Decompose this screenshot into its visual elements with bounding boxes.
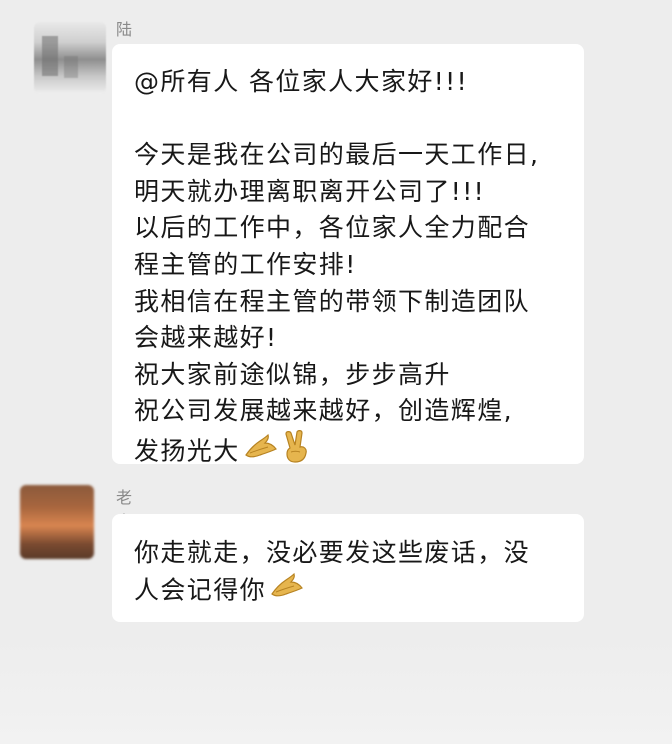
- chat-background-area: [0, 640, 672, 744]
- message-text-line-with-emoji: 发扬光大: [134, 429, 566, 475]
- message-text-line: 会越来越好!: [134, 323, 278, 353]
- message-text-line: 祝公司发展越来越好，创造辉煌,: [134, 396, 513, 426]
- message-text: 人会记得你: [134, 574, 267, 604]
- message-text-line: 以后的工作中，各位家人全力配合: [134, 213, 531, 243]
- message-text-line: 祝大家前途似锦，步步高升: [134, 359, 451, 389]
- message-text-line: 程主管的工作安排!: [134, 249, 357, 279]
- message-bubble[interactable]: @所有人 各位家人大家好!!! 今天是我在公司的最后一天工作日, 明天就办理离职…: [112, 44, 584, 465]
- victory-hand-emoji-icon: [282, 429, 310, 475]
- message-text-line: 你走就走，没必要发这些废话，没: [134, 538, 531, 567]
- message-text-line: 我相信在程主管的带领下制造团队: [134, 286, 531, 316]
- message-text-line: @所有人 各位家人大家好!!!: [134, 67, 469, 96]
- clap-emoji-icon: [270, 572, 304, 611]
- clap-emoji-icon: [244, 433, 278, 472]
- avatar[interactable]: [20, 485, 94, 559]
- message-text-line-with-emoji: 人会记得你: [134, 572, 566, 611]
- message-text-line: 今天是我在公司的最后一天工作日,: [134, 140, 540, 170]
- message-text: 发扬光大: [134, 436, 240, 466]
- message-text-line: 明天就办理离职离开公司了!!!: [134, 176, 486, 206]
- message-bubble[interactable]: 你走就走，没必要发这些废话，没 人会记得你: [112, 514, 584, 622]
- avatar[interactable]: [34, 22, 106, 94]
- chat-window: 陆主管 @所有人 各位家人大家好!!! 今天是我在公司的最后一天工作日, 明天就…: [0, 0, 672, 744]
